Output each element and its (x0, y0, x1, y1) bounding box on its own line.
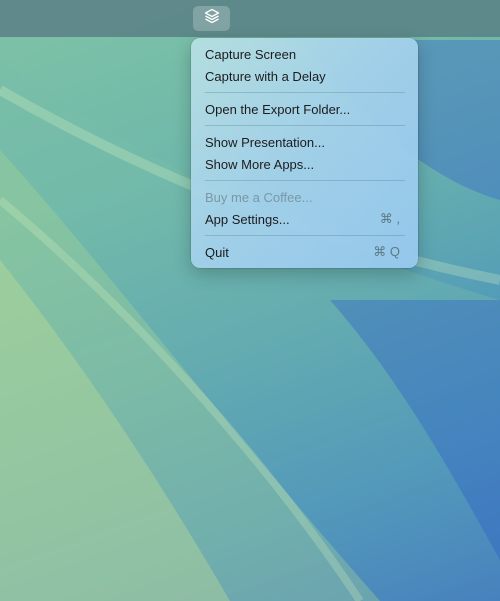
menu-item-show-presentation[interactable]: Show Presentation... (196, 131, 413, 153)
menu-item-open-export-folder[interactable]: Open the Export Folder... (196, 98, 413, 120)
menu-item-capture-with-delay[interactable]: Capture with a Delay (196, 65, 413, 87)
shortcut-label: ⌘ Q (373, 244, 400, 259)
layers-icon (204, 8, 220, 29)
menu-item-label: App Settings... (205, 211, 290, 227)
menu-item-label: Capture with a Delay (205, 68, 326, 84)
menu-item-show-more-apps[interactable]: Show More Apps... (196, 153, 413, 175)
menu-item-label: Open the Export Folder... (205, 101, 351, 117)
menu-item-app-settings[interactable]: App Settings... ⌘ , (196, 208, 413, 230)
menu-separator (205, 125, 405, 126)
menu-item-label: Quit (205, 244, 229, 260)
menu-item-label: Show Presentation... (205, 134, 325, 150)
menu-separator (205, 235, 405, 236)
menu-item-label: Show More Apps... (205, 156, 315, 172)
menu-separator (205, 92, 405, 93)
menu-item-label: Capture Screen (205, 46, 297, 62)
menu-item-label: Buy me a Coffee... (205, 189, 313, 205)
menu-item-quit[interactable]: Quit ⌘ Q (196, 241, 413, 263)
status-bar-item[interactable] (193, 6, 230, 31)
menu-bar (0, 0, 500, 37)
dropdown-menu: Capture Screen Capture with a Delay Open… (191, 38, 418, 268)
menu-item-capture-screen[interactable]: Capture Screen (196, 43, 413, 65)
menu-separator (205, 180, 405, 181)
menu-item-buy-me-a-coffee: Buy me a Coffee... (196, 186, 413, 208)
shortcut-label: ⌘ , (379, 211, 400, 226)
